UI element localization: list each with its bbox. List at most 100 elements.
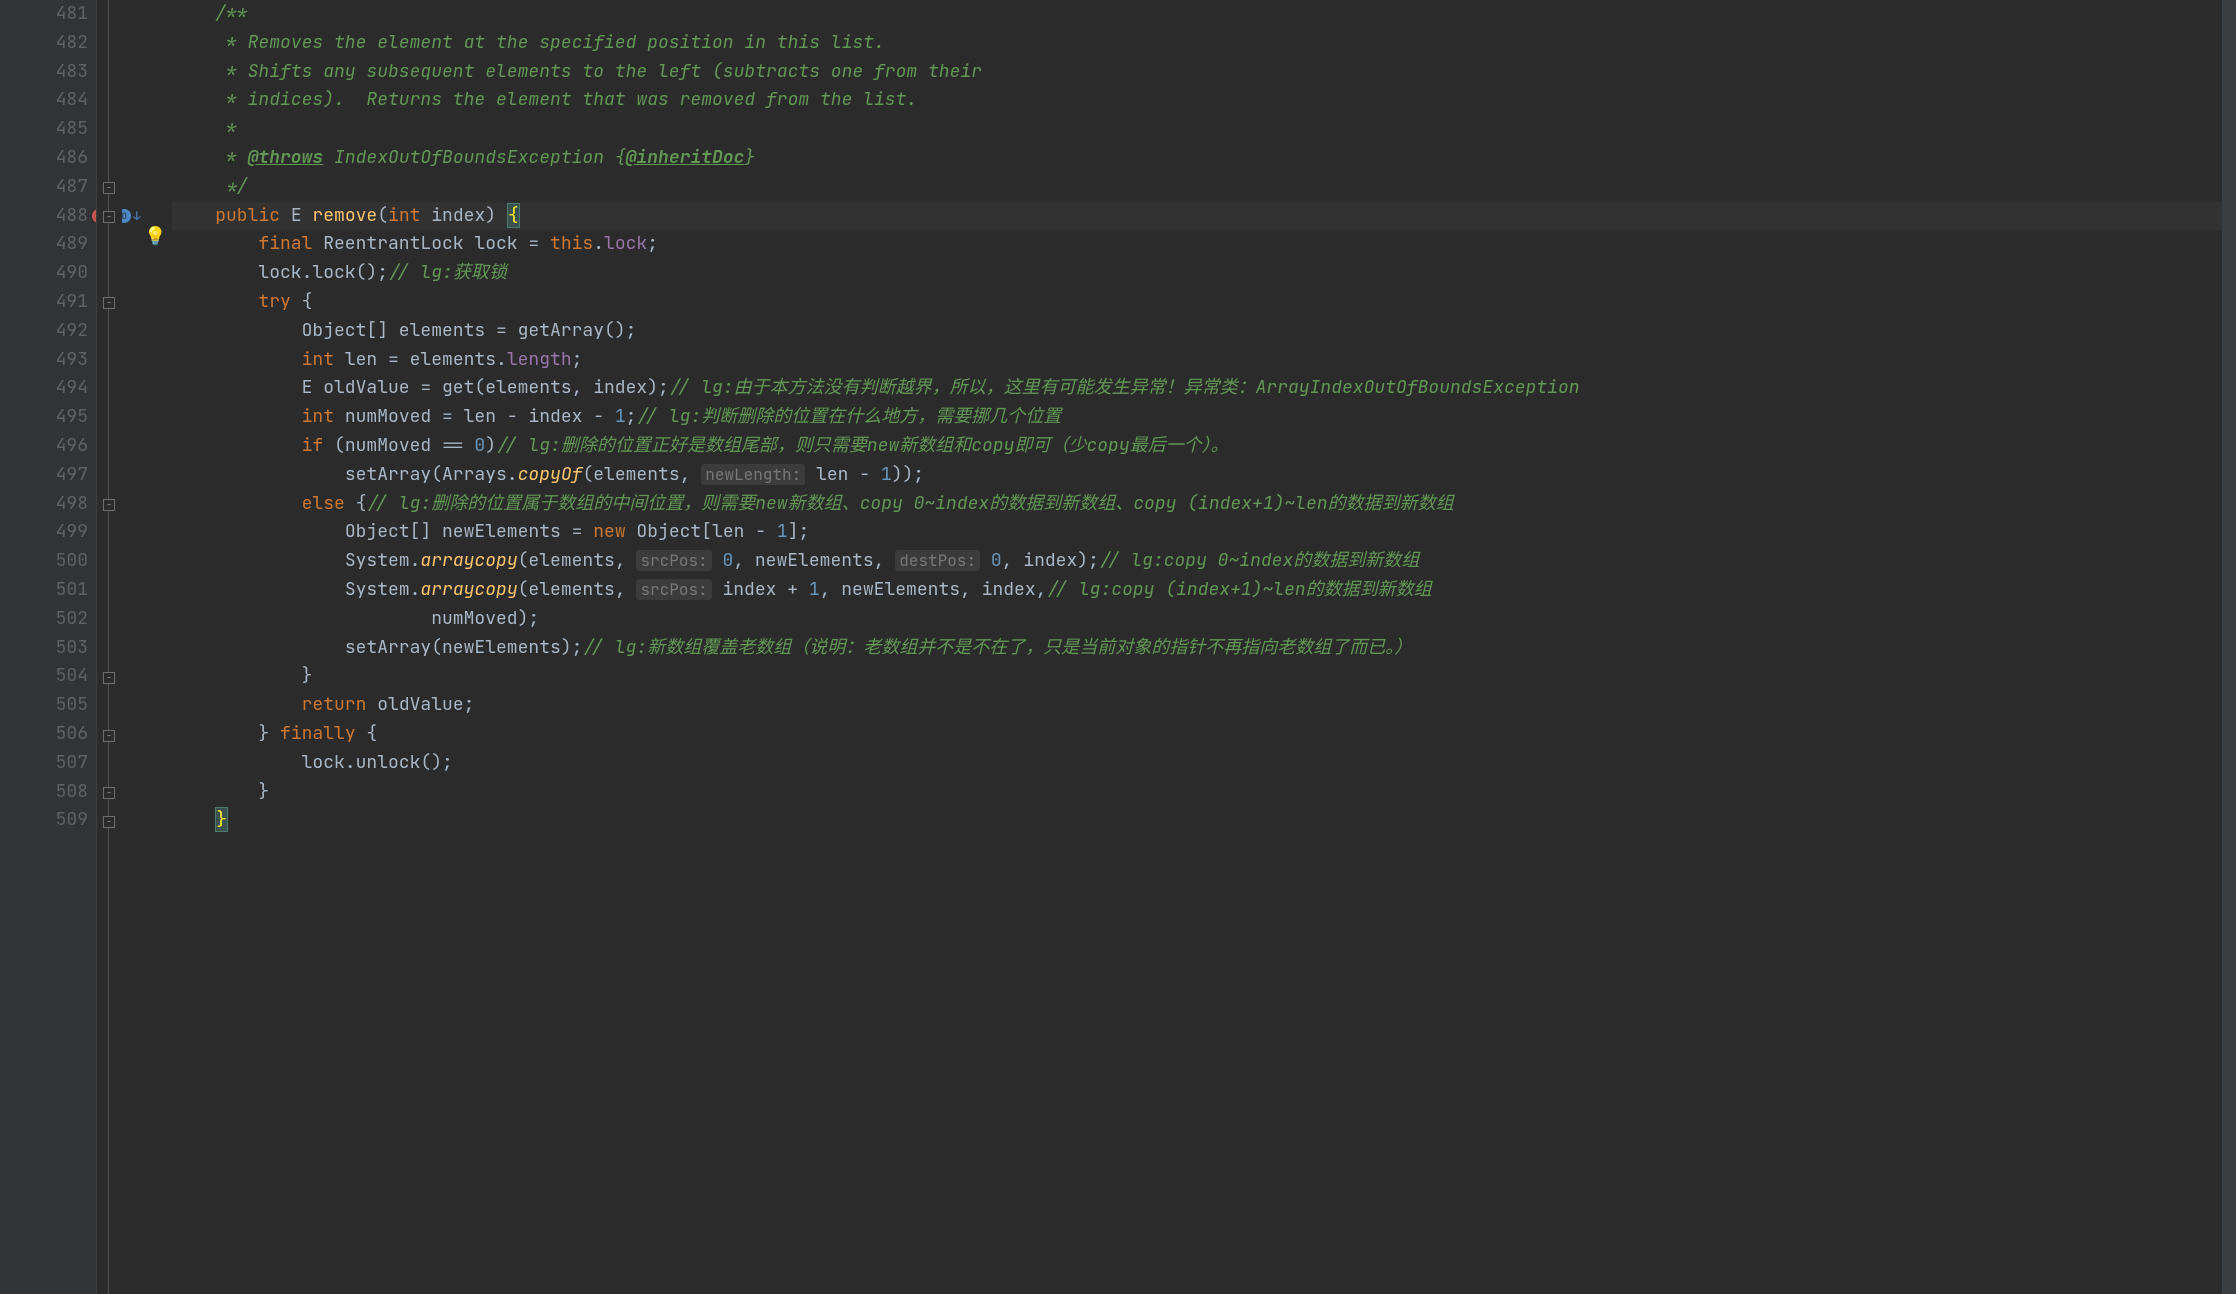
line-number[interactable]: 504 [0,662,88,691]
code-line-current[interactable]: 💡 public E remove(int index) { [172,202,2222,231]
line-number[interactable]: 508 [0,778,88,807]
javadoc-throws-tag: @throws [248,146,324,169]
line-comment: // lg:copy 0~index的数据到新数组 [1099,549,1419,572]
code-line[interactable]: setArray(Arrays.copyOf(elements, newLeng… [172,461,2222,490]
brace-match: { [507,203,520,228]
method-remove: remove [312,204,377,227]
line-number[interactable]: 506 [0,720,88,749]
code-line[interactable]: } finally { [172,720,2222,749]
method-copyof: copyOf [518,463,583,486]
line-number[interactable]: 500 [0,547,88,576]
javadoc-text: * Removes the element at the specified p… [215,31,885,54]
line-number[interactable]: 502 [0,605,88,634]
code-line[interactable]: * Removes the element at the specified p… [172,29,2222,58]
javadoc-inherit-tag: @inheritDoc [626,146,745,169]
line-comment: // lg:删除的位置属于数组的中间位置，则需要new新数组、copy 0~in… [366,492,1453,515]
fold-marker-icon[interactable]: − [103,672,115,684]
line-comment: // lg:由于本方法没有判断越界，所以，这里有可能发生异常！异常类：Array… [669,376,1580,399]
javadoc-text: * Shifts any subsequent elements to the … [215,60,982,83]
code-line[interactable]: E oldValue = get(elements, index);// lg:… [172,374,2222,403]
fold-marker-icon[interactable]: − [103,182,115,194]
method-arraycopy: arraycopy [420,578,517,601]
fold-marker-icon[interactable]: − [103,297,115,309]
line-number[interactable]: 485 [0,115,88,144]
line-number[interactable]: 492 [0,317,88,346]
code-line[interactable]: setArray(newElements);// lg:新数组覆盖老数组（说明：… [172,634,2222,663]
code-line[interactable]: lock.unlock(); [172,749,2222,778]
param-hint-newlength: newLength: [701,464,805,485]
line-number[interactable]: 494 [0,374,88,403]
line-number[interactable]: 497 [0,461,88,490]
code-line[interactable]: lock.lock();// lg:获取锁 [172,259,2222,288]
code-line[interactable]: Object[] elements = getArray(); [172,317,2222,346]
line-number[interactable]: 496 [0,432,88,461]
line-number[interactable]: 491 [0,288,88,317]
line-number[interactable]: 484 [0,86,88,115]
brace-match-close: } [215,807,228,832]
line-number[interactable]: 490 [0,259,88,288]
line-number[interactable]: 499 [0,518,88,547]
code-line[interactable]: int numMoved = len - index - 1;// lg:判断删… [172,403,2222,432]
code-line[interactable]: return oldValue; [172,691,2222,720]
line-number[interactable]: 487 [0,173,88,202]
code-line[interactable]: } [172,778,2222,807]
code-line[interactable]: * @throws IndexOutOfBoundsException {@in… [172,144,2222,173]
code-line[interactable]: System.arraycopy(elements, srcPos: 0, ne… [172,547,2222,576]
line-number[interactable]: 482 [0,29,88,58]
code-line[interactable]: int len = elements.length; [172,346,2222,375]
code-line[interactable]: /** [172,0,2222,29]
code-line[interactable]: if (numMoved == 0)// lg:删除的位置正好是数组尾部，则只需… [172,432,2222,461]
code-line[interactable]: } [172,662,2222,691]
code-line[interactable]: else {// lg:删除的位置属于数组的中间位置，则需要new新数组、cop… [172,490,2222,519]
line-number[interactable]: 503 [0,634,88,663]
line-comment: // lg:copy (index+1)~len的数据到新数组 [1046,578,1431,601]
editor-container: 481 482 483 484 485 486 487 488 O ↑ O ↓ … [0,0,2236,1294]
param-hint-srcpos: srcPos: [636,550,711,571]
line-number[interactable]: 498 [0,490,88,519]
line-comment: // lg:新数组覆盖老数组（说明：老数组并不是不在了，只是当前对象的指针不再指… [582,636,1412,659]
line-comment: // lg:删除的位置正好是数组尾部，则只需要new新数组和copy即可（少co… [496,434,1229,457]
code-line[interactable]: System.arraycopy(elements, srcPos: index… [172,576,2222,605]
line-number[interactable]: 509 [0,806,88,835]
line-number[interactable]: 495 [0,403,88,432]
line-comment: // lg:获取锁 [388,261,507,284]
fold-marker-icon[interactable]: − [103,730,115,742]
line-number[interactable]: 501 [0,576,88,605]
gutter: 481 482 483 484 485 486 487 488 O ↑ O ↓ … [0,0,96,1294]
line-number[interactable]: 483 [0,58,88,87]
fold-marker-icon[interactable]: − [103,499,115,511]
param-hint-destpos: destPos: [895,550,980,571]
javadoc-start: /** [215,2,247,25]
fold-marker-icon[interactable]: − [103,787,115,799]
param-hint-srcpos: srcPos: [636,579,711,600]
javadoc-end: */ [215,175,247,198]
line-number[interactable]: 493 [0,346,88,375]
line-number[interactable]: 489 [0,230,88,259]
field-length: length [507,348,572,371]
code-line[interactable]: Object[] newElements = new Object[len - … [172,518,2222,547]
code-line[interactable]: try { [172,288,2222,317]
keyword-public: public [215,204,280,227]
code-line[interactable]: final ReentrantLock lock = this.lock; [172,230,2222,259]
line-number[interactable]: 488 O ↑ O ↓ [0,202,88,231]
fold-marker-icon[interactable]: − [103,816,115,828]
line-number[interactable]: 505 [0,691,88,720]
line-number[interactable]: 481 [0,0,88,29]
method-arraycopy: arraycopy [420,549,517,572]
code-line[interactable]: */ [172,173,2222,202]
javadoc-text: * indices). Returns the element that was… [215,88,917,111]
arrow-down-icon: ↓ [133,202,140,231]
code-line[interactable]: * [172,115,2222,144]
code-line[interactable]: * indices). Returns the element that was… [172,86,2222,115]
code-line[interactable]: numMoved); [172,605,2222,634]
code-line[interactable]: } [172,806,2222,835]
scrollbar-vertical[interactable] [2222,0,2236,1294]
line-comment: // lg:判断删除的位置在什么地方，需要挪几个位置 [636,405,1061,428]
code-area[interactable]: /** * Removes the element at the specifi… [122,0,2222,1294]
code-line[interactable]: * Shifts any subsequent elements to the … [172,58,2222,87]
field-lock: lock [604,232,647,255]
line-number[interactable]: 507 [0,749,88,778]
javadoc-text: * [215,117,237,140]
line-number[interactable]: 486 [0,144,88,173]
fold-marker-icon[interactable]: − [103,211,115,223]
